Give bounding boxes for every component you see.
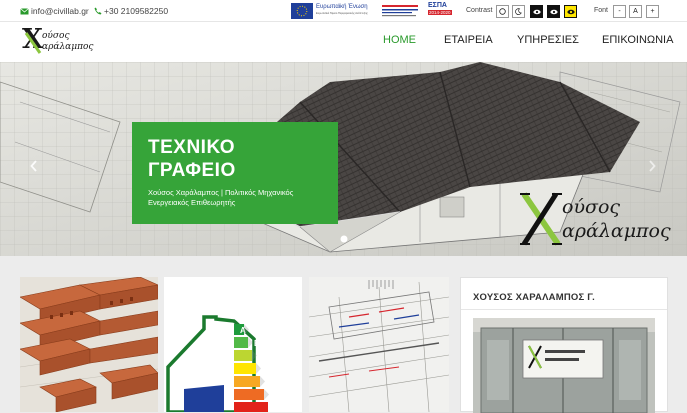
slider-dot-active[interactable] bbox=[340, 235, 348, 243]
email-contact[interactable]: info@civillab.gr bbox=[20, 6, 89, 16]
font-reset-label: A bbox=[633, 8, 638, 15]
phone-text: +30 2109582250 bbox=[104, 6, 169, 16]
site-logo[interactable]: X ούσος αράλαμπος bbox=[20, 24, 100, 57]
contrast-yellow-button[interactable] bbox=[564, 5, 577, 18]
energy-label-d: D bbox=[262, 365, 268, 374]
hero-caption-box: ΤΕΧΝΙΚΟ ΓΡΑΦΕΙΟ Χούσος Χαράλαμπος | Πολι… bbox=[132, 122, 338, 224]
hero-title-line1: ΤΕΧΝΙΚΟ bbox=[148, 137, 236, 158]
hero-title-line2: ΓΡΑΦΕΙΟ bbox=[148, 160, 236, 181]
nav-contact[interactable]: ΕΠΙΚΟΙΝΩΝΙΑ bbox=[602, 34, 673, 46]
espa-text: ΕΣΠΑ bbox=[428, 2, 447, 9]
chevron-right-icon bbox=[649, 160, 656, 172]
hero-logo: ούσος αράλαμπος bbox=[518, 190, 687, 248]
envelope-icon bbox=[20, 7, 29, 14]
hero-title: ΤΕΧΝΙΚΟ ΓΡΑΦΕΙΟ bbox=[148, 136, 338, 182]
font-decrease-button[interactable]: - bbox=[613, 5, 626, 18]
espa-logo: ΕΣΠΑ 2014-2020 bbox=[428, 2, 456, 20]
eu-logo: Ευρωπαϊκή Ένωση Ευρωπαϊκό Ταμείο Περιφερ… bbox=[291, 2, 373, 20]
moon-icon bbox=[515, 8, 522, 15]
circle-icon bbox=[499, 8, 506, 15]
nav-services[interactable]: ΥΠΗΡΕΣΙΕΣ bbox=[517, 34, 579, 46]
hero-logo-line2: αράλαμπος bbox=[562, 220, 671, 242]
program-logo-graphic bbox=[382, 5, 418, 17]
contrast-dark-button[interactable] bbox=[530, 5, 543, 18]
contrast-high-button[interactable] bbox=[547, 5, 560, 18]
site-header: X ούσος αράλαμπος HOME ΕΤΑΙΡΕΙΑ ΥΠΗΡΕΣΙΕ… bbox=[0, 22, 687, 62]
eu-flag-icon bbox=[291, 3, 313, 19]
hero-subtitle-line1: Χούσος Χαράλαμπος | Πολιτικός Μηχανικός bbox=[148, 188, 294, 197]
energy-label-c: C bbox=[258, 352, 264, 361]
hero-slider: ΤΕΧΝΙΚΟ ΓΡΑΦΕΙΟ Χούσος Χαράλαμπος | Πολι… bbox=[0, 62, 687, 256]
chevron-left-icon bbox=[30, 160, 37, 172]
nav-home[interactable]: HOME bbox=[383, 34, 416, 46]
slider-prev-button[interactable] bbox=[30, 160, 38, 175]
bricks-image bbox=[20, 277, 158, 412]
program-logo bbox=[380, 2, 420, 20]
font-decrease-label: - bbox=[618, 8, 621, 15]
logo-line2: αράλαμπος bbox=[42, 42, 94, 52]
phone-icon bbox=[94, 7, 102, 15]
espa-years: 2014-2020 bbox=[428, 10, 452, 15]
font-increase-label: + bbox=[650, 8, 655, 15]
service-card-blueprint[interactable] bbox=[309, 277, 449, 412]
service-card-energy[interactable]: A B C D E F bbox=[164, 277, 302, 412]
font-label: Font bbox=[594, 7, 609, 14]
energy-label-f: F bbox=[270, 391, 275, 400]
energy-label-e: E bbox=[266, 378, 272, 387]
service-card-bricks[interactable] bbox=[20, 277, 158, 412]
panel-divider bbox=[461, 309, 667, 310]
hero-logo-line1: ούσος bbox=[562, 196, 621, 218]
contrast-night-button[interactable] bbox=[512, 5, 525, 18]
hero-subtitle: Χούσος Χαράλαμπος | Πολιτικός Μηχανικός … bbox=[148, 188, 338, 208]
phone-contact[interactable]: +30 2109582250 bbox=[94, 6, 168, 16]
logo-line1: ούσος bbox=[42, 31, 70, 41]
contrast-normal-button[interactable] bbox=[496, 5, 509, 18]
eu-text: Ευρωπαϊκή Ένωση bbox=[316, 4, 368, 10]
email-text: info@civillab.gr bbox=[31, 6, 89, 16]
hero-logo-x-graphic bbox=[520, 192, 562, 246]
energy-label-b: B bbox=[254, 339, 260, 348]
energy-label-image: A B C D E F bbox=[164, 277, 302, 412]
eye-icon bbox=[549, 9, 558, 14]
eu-subtext: Ευρωπαϊκό Ταμείο Περιφερειακής Ανάπτυξης bbox=[316, 12, 368, 15]
eye-icon bbox=[532, 9, 541, 14]
font-increase-button[interactable]: + bbox=[646, 5, 659, 18]
nav-company[interactable]: ΕΤΑΙΡΕΙΑ bbox=[444, 34, 493, 46]
logo-accent-graphic bbox=[24, 32, 42, 54]
blueprint-image bbox=[309, 277, 449, 412]
contrast-label: Contrast bbox=[466, 7, 493, 14]
top-utility-bar: info@civillab.gr +30 2109582250 Ευρωπαϊκ… bbox=[0, 0, 687, 22]
slider-next-button[interactable] bbox=[648, 160, 656, 175]
font-reset-button[interactable]: A bbox=[629, 5, 642, 18]
owner-panel-title: ΧΟΥΣΟΣ ΧΑΡΑΛΑΜΠΟΣ Γ. bbox=[473, 292, 595, 303]
hero-subtitle-line2: Ενεργειακός Επιθεωρητής bbox=[148, 198, 236, 207]
eye-icon bbox=[566, 9, 575, 14]
office-photo bbox=[473, 318, 655, 413]
owner-info-panel: ΧΟΥΣΟΣ ΧΑΡΑΛΑΜΠΟΣ Γ. bbox=[460, 277, 668, 413]
